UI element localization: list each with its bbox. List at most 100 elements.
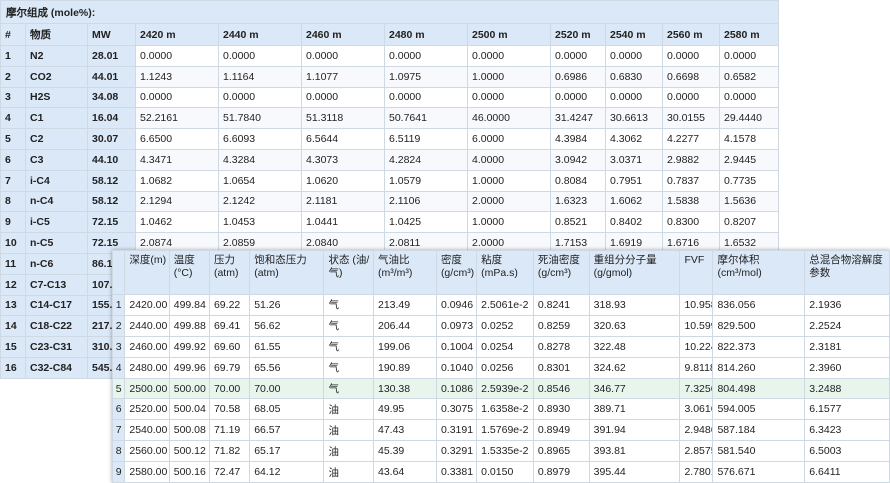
result-cell: 1.6358e-2 (476, 398, 534, 421)
row-index: 5 (0, 128, 26, 150)
result-cell: 64.12 (249, 461, 325, 483)
composition-row: 2 CO2 44.01 1.1243 1.1164 1.1077 1.0975 1.0000 0… (0, 65, 779, 88)
result-cell: 0.3381 (435, 461, 478, 483)
result-cell: 3.0616 (679, 398, 714, 421)
mole-fraction-cell: 0.0000 (662, 86, 720, 109)
result-cell: 804.498 (712, 377, 806, 400)
result-cell: 2.3960 (804, 356, 890, 379)
result-cell: 576.671 (712, 461, 806, 483)
mole-fraction-cell: 0.8084 (550, 169, 606, 192)
result-cell: 0.8259 (532, 314, 590, 337)
results-row: 2 2440.00 499.88 69.41 56.62 气 206.44 0.0973 0.0… (111, 314, 890, 337)
mole-fraction-cell: 4.2277 (662, 128, 720, 150)
component-name: n-C4 (25, 190, 88, 213)
mole-fraction-cell: 1.0441 (301, 211, 385, 234)
result-cell: 2500.00 (124, 377, 170, 400)
mole-fraction-cell: 1.0654 (218, 169, 302, 192)
result-cell: 69.79 (208, 356, 251, 379)
composition-column-header: # (0, 23, 26, 46)
mole-fraction-cell: 1.6062 (605, 190, 663, 213)
mole-fraction-cell: 2.1181 (301, 190, 385, 213)
result-cell: 6.5003 (804, 440, 890, 463)
mole-fraction-cell: 0.0000 (550, 86, 606, 109)
result-cell: 油 (323, 419, 374, 442)
result-cell: 43.64 (373, 461, 437, 483)
mole-fraction-cell: 0.6698 (662, 65, 720, 88)
composition-column-header: 2500 m (467, 23, 551, 46)
result-cell: 3.2488 (804, 377, 890, 400)
result-cell: 2.7801 (679, 461, 714, 483)
row-index: 8 (111, 440, 126, 463)
composition-column-header: 2520 m (550, 23, 606, 46)
mole-fraction-cell: 1.0975 (384, 65, 468, 88)
molecular-weight: 44.01 (87, 65, 136, 88)
result-cell: 0.1004 (435, 335, 478, 358)
result-cell: 322.48 (588, 335, 681, 358)
mole-fraction-cell: 0.0000 (301, 86, 385, 109)
component-name: n-C6 (25, 252, 88, 275)
result-cell: 0.8278 (532, 335, 590, 358)
mole-fraction-cell: 0.7951 (605, 169, 663, 192)
results-column-header: 饱和态压力 (atm) (249, 250, 325, 295)
mole-fraction-cell: 0.0000 (467, 86, 551, 109)
row-index: 8 (0, 190, 26, 213)
composition-row: 7 i-C4 58.12 1.0682 1.0654 1.0620 1.0579 1.0000… (0, 169, 779, 192)
molecular-weight: 44.10 (87, 148, 136, 171)
result-cell: 2.3181 (804, 335, 890, 358)
mole-fraction-cell: 2.1242 (218, 190, 302, 213)
mole-fraction-cell: 3.0371 (605, 148, 663, 171)
result-cell: 581.540 (712, 440, 806, 463)
mole-fraction-cell: 2.1294 (135, 190, 219, 213)
result-cell: 65.17 (249, 440, 325, 463)
results-column-header: 状态 (油/气) (323, 250, 374, 295)
result-cell: 66.57 (249, 419, 325, 442)
result-cell: 气 (323, 335, 374, 358)
composition-row: 4 C1 16.04 52.2161 51.7840 51.3118 50.7641 46.0… (0, 107, 779, 130)
row-index: 10 (0, 232, 26, 254)
composition-row: 1 N2 28.01 0.0000 0.0000 0.0000 0.0000 0.0000 0.… (0, 45, 779, 67)
results-column-header: 摩尔体积 (cm³/mol) (712, 250, 806, 295)
result-cell: 0.0973 (435, 314, 478, 337)
row-index: 14 (0, 315, 26, 338)
mole-fraction-cell: 4.2824 (384, 148, 468, 171)
mole-fraction-cell: 1.6323 (550, 190, 606, 213)
result-cell: 499.92 (168, 335, 210, 358)
result-cell: 7.3256 (679, 377, 714, 400)
result-cell: 2.5939e-2 (476, 377, 534, 400)
results-column-header: 密度 (g/cm³) (435, 250, 478, 295)
mole-fraction-cell: 46.0000 (467, 107, 551, 130)
mole-fraction-cell: 0.6830 (605, 65, 663, 88)
result-cell: 822.373 (712, 335, 806, 358)
component-name: C23-C31 (25, 336, 88, 358)
mole-fraction-cell: 2.1106 (384, 190, 468, 213)
composition-row: 8 n-C4 58.12 2.1294 2.1242 2.1181 2.1106 2.0000… (0, 190, 779, 213)
composition-row: 6 C3 44.10 4.3471 4.3284 4.3073 4.2824 4.0000 3.… (0, 148, 779, 171)
composition-column-header: 2480 m (384, 23, 468, 46)
mole-fraction-cell: 0.0000 (605, 45, 663, 67)
result-cell: 油 (323, 398, 374, 421)
result-cell: 9.8118 (679, 356, 714, 379)
mole-fraction-cell: 52.2161 (135, 107, 219, 130)
result-cell: 190.89 (373, 356, 437, 379)
mole-fraction-cell: 1.0682 (135, 169, 219, 192)
result-cell: 500.12 (168, 440, 210, 463)
result-cell: 2.9486 (679, 419, 714, 442)
mole-fraction-cell: 4.3471 (135, 148, 219, 171)
result-cell: 69.22 (208, 294, 251, 316)
result-cell: 2440.00 (124, 314, 170, 337)
result-cell: 65.56 (249, 356, 325, 379)
mole-fraction-cell: 4.0000 (467, 148, 551, 171)
result-cell: 2420.00 (124, 294, 170, 316)
result-cell: 0.0150 (476, 461, 534, 483)
mole-fraction-cell: 31.4247 (550, 107, 606, 130)
result-cell: 320.63 (588, 314, 681, 337)
results-column-header: 温度 (°C) (168, 250, 210, 295)
composition-column-header: MW (87, 23, 136, 46)
result-cell: 2560.00 (124, 440, 170, 463)
result-cell: 0.1040 (435, 356, 478, 379)
result-cell: 0.3191 (435, 419, 478, 442)
molecular-weight: 28.01 (87, 45, 136, 67)
mole-fraction-cell: 1.0000 (467, 169, 551, 192)
mole-fraction-cell: 1.0453 (218, 211, 302, 234)
component-name: C14-C17 (25, 294, 88, 317)
